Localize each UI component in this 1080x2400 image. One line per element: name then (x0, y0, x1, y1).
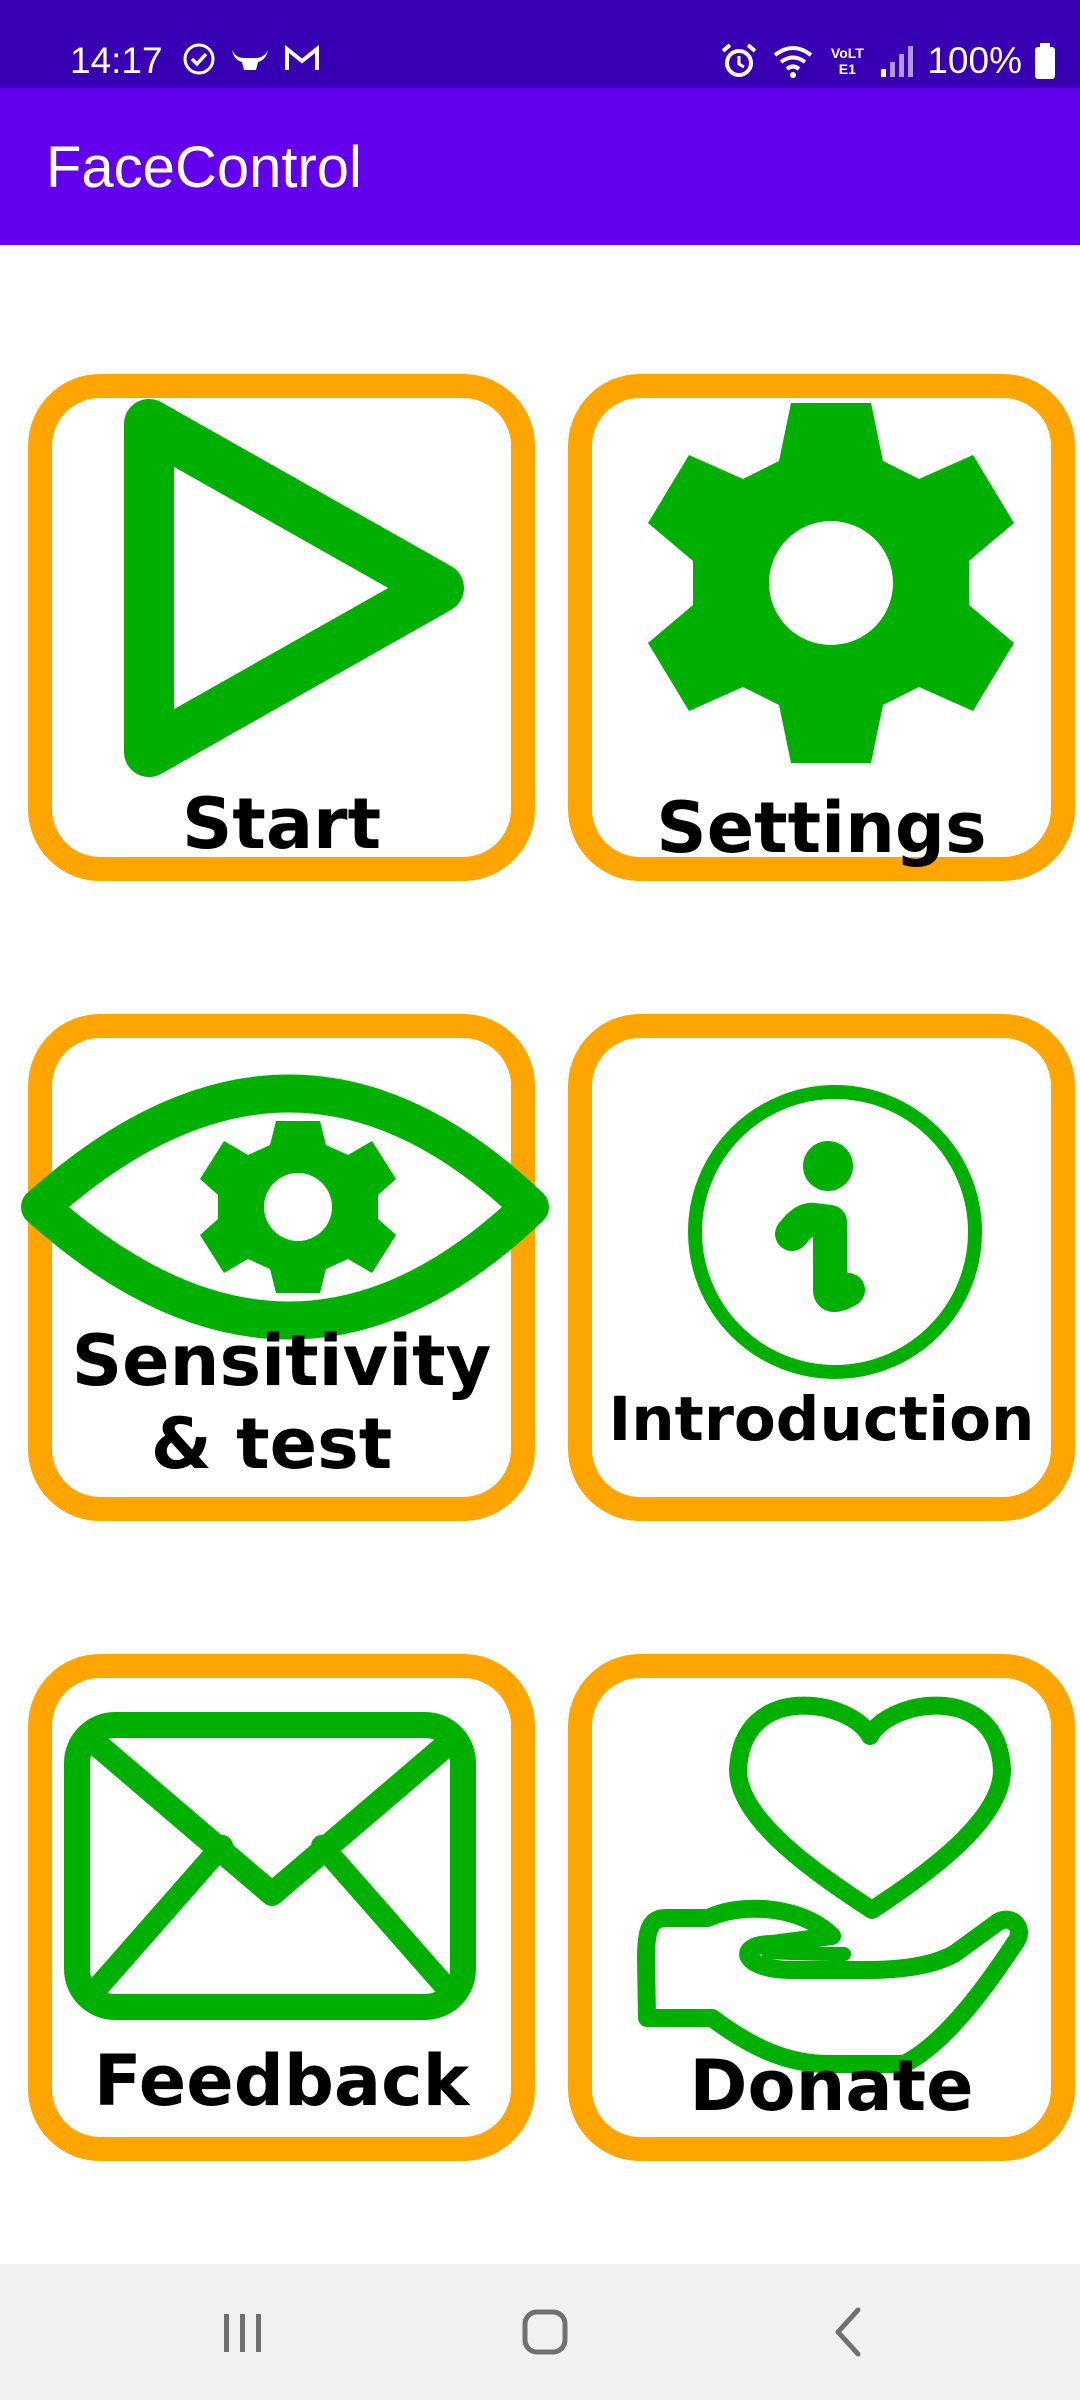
signal-icon (881, 46, 914, 77)
introduction-tile[interactable]: Introduction (568, 1014, 1075, 1521)
home-icon (522, 2309, 568, 2355)
back-button[interactable] (806, 2292, 890, 2372)
app-title: FaceControl (46, 135, 362, 200)
home-button[interactable] (503, 2292, 587, 2372)
sensitivity-test-tile[interactable]: Sensitivity & test (21, 1014, 549, 1521)
back-icon (835, 2307, 861, 2357)
navigation-bar (0, 2264, 1080, 2400)
introduction-label: Introduction (608, 1384, 1035, 1455)
donate-label: Donate (689, 2045, 974, 2127)
start-tile[interactable]: Start (28, 374, 535, 881)
battery-icon (1035, 43, 1055, 79)
settings-label: Settings (656, 787, 987, 869)
alarm-icon (722, 43, 757, 77)
sensitivity-label-line1: Sensitivity (71, 1320, 492, 1402)
donate-tile[interactable]: Donate (568, 1654, 1075, 2161)
recents-button[interactable] (200, 2292, 284, 2372)
check-circle-icon (183, 43, 215, 75)
status-notification-icons (180, 40, 322, 78)
feedback-label: Feedback (93, 2040, 470, 2122)
gmail-icon (285, 44, 319, 70)
volte-icon: VoLTE1 (830, 45, 864, 77)
bull-icon (232, 50, 268, 70)
status-bar: 14:17 VoLTE1 100% (0, 0, 1080, 88)
settings-tile[interactable]: Settings (568, 374, 1075, 881)
status-time: 14:17 (70, 40, 163, 81)
wifi-icon (774, 46, 813, 78)
feedback-tile[interactable]: Feedback (28, 1654, 535, 2161)
battery-percentage: 100% (927, 40, 1022, 81)
app-bar: FaceControl (0, 88, 1080, 245)
recents-icon (224, 2314, 261, 2352)
sensitivity-label-line2: & test (150, 1403, 393, 1485)
status-system-icons: VoLTE1 100% (719, 37, 1056, 85)
start-label: Start (181, 783, 382, 865)
